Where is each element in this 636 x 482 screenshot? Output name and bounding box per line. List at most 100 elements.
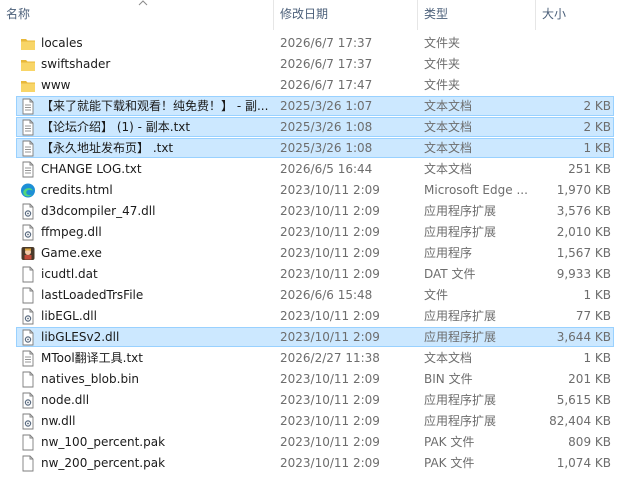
file-type: 应用程序扩展 — [424, 309, 497, 323]
column-header-type[interactable]: 类型 — [418, 0, 534, 30]
dll-file-icon — [20, 413, 36, 430]
file-name: locales — [41, 36, 83, 50]
file-modified-date: 2023/10/11 2:09 — [280, 267, 380, 281]
file-modified-date: 2023/10/11 2:09 — [280, 183, 380, 197]
file-row[interactable]: natives_blob.bin 2023/10/11 2:09 BIN 文件 201… — [16, 369, 614, 389]
file-size: 1,074 KB — [556, 456, 611, 470]
file-size — [539, 55, 611, 74]
file-size: 809 KB — [568, 435, 611, 449]
file-row[interactable]: locales 2026/6/7 17:37 文件夹 — [16, 33, 614, 53]
file-row[interactable]: libEGL.dll 2023/10/11 2:09 应用程序扩展 77 KB — [16, 306, 614, 326]
file-type: 文本文档 — [424, 141, 473, 155]
file-name: lastLoadedTrsFile — [41, 288, 144, 302]
file-row[interactable]: credits.html 2023/10/11 2:09 Microsoft Edg… — [16, 180, 614, 200]
file-modified-date: 2023/10/11 2:09 — [280, 393, 380, 407]
file-size: 2,010 KB — [556, 225, 611, 239]
text-file-icon — [20, 161, 36, 178]
file-row[interactable]: nw_100_percent.pak 2023/10/11 2:09 PAK 文件 8… — [16, 432, 614, 452]
folder-icon — [20, 56, 36, 73]
file-row[interactable]: lastLoadedTrsFile 2026/6/6 15:48 文件 1 KB — [16, 285, 614, 305]
file-modified-date: 2023/10/11 2:09 — [280, 204, 380, 218]
file-name: d3dcompiler_47.dll — [41, 204, 156, 218]
dll-file-icon — [20, 392, 36, 409]
file-name: icudtl.dat — [41, 267, 98, 281]
text-file-icon — [20, 140, 36, 157]
file-row[interactable]: www 2026/6/7 17:47 文件夹 — [16, 75, 614, 95]
file-type: 文本文档 — [424, 120, 473, 134]
file-size — [539, 76, 611, 95]
dll-file-icon — [20, 308, 36, 325]
file-name: 【论坛介绍】 (1) - 副本.txt — [41, 120, 191, 134]
file-name: libGLESv2.dll — [41, 330, 120, 344]
file-modified-date: 2026/6/7 17:37 — [280, 57, 373, 71]
file-size: 2 KB — [583, 99, 611, 113]
file-row[interactable]: 【来了就能下载和观看！纯免费！】 - 副... 2025/3/26 1:07 文本文… — [16, 96, 614, 116]
file-size: 1 KB — [583, 141, 611, 155]
file-size: 2 KB — [583, 120, 611, 134]
file-type: PAK 文件 — [424, 435, 475, 449]
file-type: 文件夹 — [424, 78, 461, 92]
file-type: Microsoft Edge ... — [424, 183, 528, 197]
file-modified-date: 2025/3/26 1:07 — [280, 99, 373, 113]
file-row[interactable]: icudtl.dat 2023/10/11 2:09 DAT 文件 9,933 KB — [16, 264, 614, 284]
folder-icon — [20, 77, 36, 94]
file-name: CHANGE LOG.txt — [41, 162, 142, 176]
file-size: 9,933 KB — [556, 267, 611, 281]
file-modified-date: 2023/10/11 2:09 — [280, 225, 380, 239]
dll-file-icon — [20, 203, 36, 220]
file-size — [539, 34, 611, 53]
file-row[interactable]: nw.dll 2023/10/11 2:09 应用程序扩展 82,404 KB — [16, 411, 614, 431]
file-type: 应用程序扩展 — [424, 204, 497, 218]
file-row[interactable]: 【论坛介绍】 (1) - 副本.txt 2025/3/26 1:08 文本文档 2 K… — [16, 117, 614, 137]
column-header-date[interactable]: 修改日期 — [274, 0, 416, 30]
file-modified-date: 2026/6/7 17:37 — [280, 36, 373, 50]
file-type: 文件夹 — [424, 36, 461, 50]
file-name: MTool翻译工具.txt — [41, 351, 143, 365]
column-header-size[interactable]: 大小 — [536, 0, 636, 30]
file-size: 201 KB — [568, 372, 611, 386]
file-row[interactable]: d3dcompiler_47.dll 2023/10/11 2:09 应用程序扩展 3… — [16, 201, 614, 221]
file-name: Game.exe — [41, 246, 102, 260]
file-modified-date: 2023/10/11 2:09 — [280, 372, 380, 386]
file-type: 应用程序 — [424, 246, 473, 260]
file-type: DAT 文件 — [424, 267, 476, 281]
dll-file-icon — [20, 224, 36, 241]
text-file-icon — [20, 119, 36, 136]
file-modified-date: 2023/10/11 2:09 — [280, 456, 380, 470]
file-name: node.dll — [41, 393, 90, 407]
file-size: 82,404 KB — [549, 414, 611, 428]
file-name: 【来了就能下载和观看！纯免费！】 - 副... — [41, 99, 269, 113]
column-header-name[interactable]: 名称 — [0, 0, 272, 30]
file-size: 1,567 KB — [556, 246, 611, 260]
text-file-icon — [20, 98, 36, 115]
file-size: 3,576 KB — [556, 204, 611, 218]
file-row[interactable]: nw_200_percent.pak 2023/10/11 2:09 PAK 文件 1… — [16, 453, 614, 473]
file-row[interactable]: swiftshader 2026/6/7 17:37 文件夹 — [16, 54, 614, 74]
file-row[interactable]: Game.exe 2023/10/11 2:09 应用程序 1,567 KB — [16, 243, 614, 263]
file-row[interactable]: 【永久地址发布页】 .txt 2025/3/26 1:08 文本文档 1 KB — [16, 138, 614, 158]
file-size: 3,644 KB — [556, 330, 611, 344]
file-row[interactable]: MTool翻译工具.txt 2026/2/27 11:38 文本文档 1 KB — [16, 348, 614, 368]
file-name: nw_200_percent.pak — [41, 456, 166, 470]
file-size: 1,970 KB — [556, 183, 611, 197]
game-exe-icon — [20, 245, 36, 262]
file-size: 1 KB — [583, 351, 611, 365]
file-type: 文本文档 — [424, 351, 473, 365]
file-row[interactable]: libGLESv2.dll 2023/10/11 2:09 应用程序扩展 3,644 … — [16, 327, 614, 347]
file-modified-date: 2025/3/26 1:08 — [280, 120, 373, 134]
file-name: libEGL.dll — [41, 309, 97, 323]
file-modified-date: 2026/6/7 17:47 — [280, 78, 373, 92]
file-row[interactable]: ffmpeg.dll 2023/10/11 2:09 应用程序扩展 2,010 KB — [16, 222, 614, 242]
file-modified-date: 2025/3/26 1:08 — [280, 141, 373, 155]
file-name: ffmpeg.dll — [41, 225, 102, 239]
file-row[interactable]: node.dll 2023/10/11 2:09 应用程序扩展 5,615 KB — [16, 390, 614, 410]
file-row[interactable]: CHANGE LOG.txt 2026/6/5 16:44 文本文档 251 KB — [16, 159, 614, 179]
file-modified-date: 2023/10/11 2:09 — [280, 309, 380, 323]
file-name: swiftshader — [41, 57, 111, 71]
column-header-bar: 名称 修改日期 类型 大小 — [0, 0, 636, 30]
file-modified-date: 2023/10/11 2:09 — [280, 330, 380, 344]
file-type: 文本文档 — [424, 99, 473, 113]
file-modified-date: 2023/10/11 2:09 — [280, 414, 380, 428]
file-size: 1 KB — [583, 288, 611, 302]
file-type: BIN 文件 — [424, 372, 473, 386]
